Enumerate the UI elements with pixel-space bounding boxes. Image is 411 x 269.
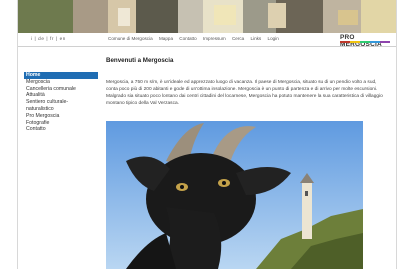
logo-stripe — [350, 41, 360, 43]
sidebar-item-mergoscia[interactable]: Mergoscia — [24, 79, 98, 86]
sidebar-item-sentiero[interactable]: Sentiero culturale- — [24, 99, 98, 106]
logo-color-stripes — [340, 41, 390, 43]
nav-link-comune[interactable]: Comune di Mergoscia — [108, 36, 153, 41]
nav-link-impressum[interactable]: Impressum — [203, 36, 226, 41]
sidebar-item-sentiero-cont[interactable]: naturalistico — [24, 106, 98, 113]
sidebar-item-label: Sentiero culturale- — [26, 99, 69, 106]
sidebar-item-label: Attualità — [26, 92, 45, 99]
nav-link-links[interactable]: Links — [251, 36, 262, 41]
sidebar-item-pro-mergoscia[interactable]: Pro Mergoscia — [24, 113, 98, 120]
nav-link-cerca[interactable]: Cerca — [232, 36, 244, 41]
top-navigation: Comune di Mergoscia Mappa Contatto Impre… — [108, 36, 284, 41]
sidebar-item-label: Mergoscia — [26, 78, 50, 85]
logo-stripe — [380, 41, 390, 43]
sidebar-item-label: Home — [26, 72, 41, 78]
logo-stripe — [340, 41, 350, 43]
top-bar: i | de | fr | en Comune di Mergoscia Map… — [18, 33, 396, 48]
goat-image — [106, 121, 363, 269]
logo-stripe — [370, 41, 380, 43]
village-photo-strip — [18, 0, 396, 33]
sidebar-menu: Home Mergoscia Cancelleria comunale Attu… — [24, 72, 98, 133]
nav-link-login[interactable]: Login — [268, 36, 279, 41]
sidebar-item-label: Fotografie — [26, 119, 50, 126]
logo-stripe — [360, 41, 370, 43]
sidebar-item-label: Pro Mergoscia — [26, 112, 60, 119]
intro-paragraph: Mergoscia, a 750 m s/m, è un'ideale ed a… — [106, 80, 383, 106]
page-title: Benvenuti a Mergoscia — [106, 57, 174, 64]
header-banner-image — [18, 0, 396, 33]
goat-photo — [106, 121, 363, 269]
sidebar-item-label: Cancelleria comunale — [26, 85, 76, 92]
nav-link-contatto[interactable]: Contatto — [179, 36, 196, 41]
page: i | de | fr | en Comune di Mergoscia Map… — [17, 0, 397, 269]
sidebar-item-cancelleria[interactable]: Cancelleria comunale — [24, 86, 98, 93]
sidebar-item-contatto[interactable]: Contatto — [24, 126, 98, 133]
sidebar-item-home[interactable]: Home — [24, 72, 98, 79]
sidebar-item-label: naturalistico — [26, 105, 54, 112]
main-content: Benvenuti a Mergoscia Mergoscia, a 750 m… — [106, 57, 384, 107]
sidebar-item-attualita[interactable]: Attualità — [24, 92, 98, 99]
pro-mergoscia-logo[interactable]: PRO MERGOSCIA — [340, 34, 390, 48]
sidebar-item-label: Contatto — [26, 126, 46, 133]
sidebar-item-fotografie[interactable]: Fotografie — [24, 120, 98, 127]
nav-link-mappa[interactable]: Mappa — [159, 36, 173, 41]
language-switcher[interactable]: i | de | fr | en — [31, 36, 66, 41]
